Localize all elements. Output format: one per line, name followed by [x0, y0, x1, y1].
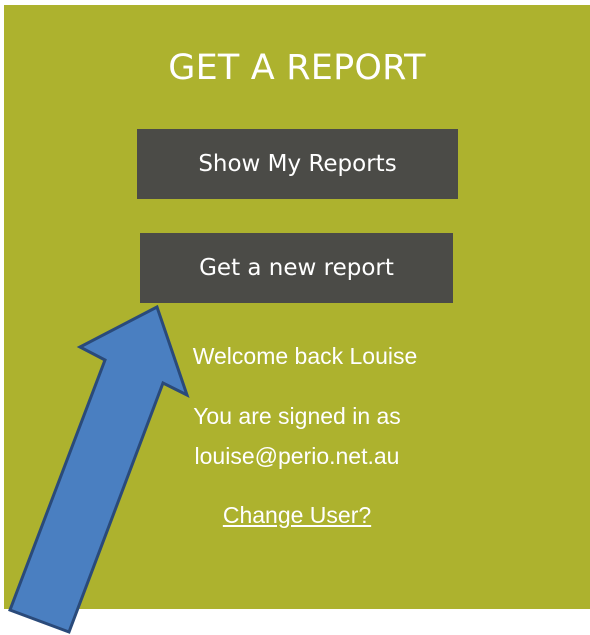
change-user-container: Change User?: [0, 500, 590, 530]
show-my-reports-button[interactable]: Show My Reports: [137, 129, 458, 199]
signed-in-text: You are signed in as: [193, 403, 401, 429]
get-new-report-button[interactable]: Get a new report: [140, 233, 453, 303]
user-email: louise@perio.net.au: [194, 443, 400, 469]
screenshot-stage: GET A REPORT Show My Reports Get a new r…: [0, 0, 590, 635]
change-user-link[interactable]: Change User?: [223, 502, 371, 528]
panel-title: GET A REPORT: [168, 48, 426, 88]
welcome-text: Welcome back Louise: [192, 343, 418, 369]
